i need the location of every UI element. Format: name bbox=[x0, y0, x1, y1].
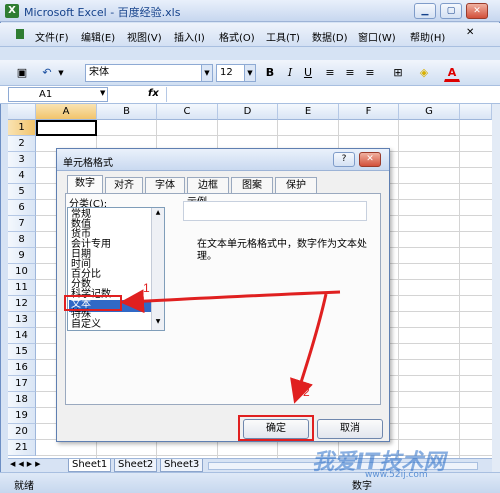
annotation-overlay: 1 2 bbox=[64, 281, 341, 404]
tab-number[interactable]: 数字 bbox=[67, 175, 103, 193]
selection-highlight-box bbox=[64, 295, 122, 311]
step-2-label: 2 bbox=[303, 385, 310, 399]
step-1-label: 1 bbox=[143, 281, 150, 295]
arrow-2 bbox=[290, 293, 328, 404]
arrow-1 bbox=[120, 289, 341, 314]
